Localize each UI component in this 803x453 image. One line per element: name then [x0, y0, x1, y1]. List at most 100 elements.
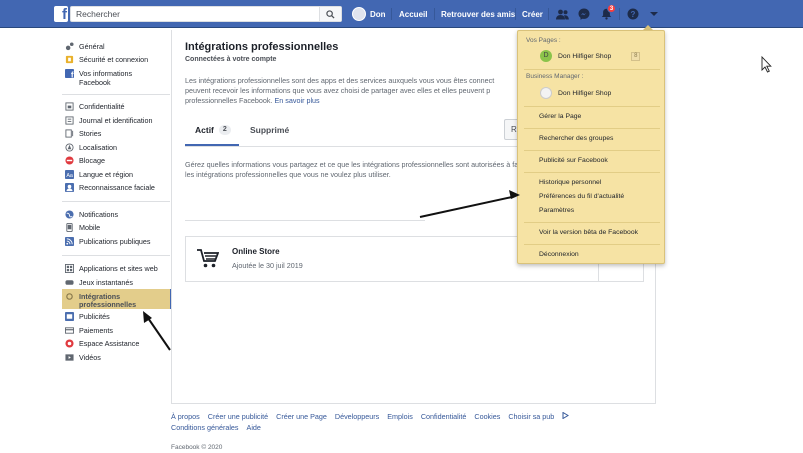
- description-line: peuvent recevoir les informations que vo…: [185, 86, 491, 95]
- help-text: Gérez quelles informations vous partagez…: [185, 160, 525, 180]
- sidebar-item-payments[interactable]: Paiements: [62, 324, 172, 336]
- sidebar-item-label: Notifications: [79, 209, 119, 219]
- description: Les intégrations professionnelles sont d…: [185, 76, 515, 106]
- find-friends-link[interactable]: Retrouver des amis: [441, 0, 515, 28]
- business-avatar: [540, 87, 552, 99]
- menu-activity-log[interactable]: Historique personnel: [539, 179, 601, 186]
- tab-removed[interactable]: Supprimé: [250, 122, 289, 138]
- profile-link[interactable]: Don: [352, 0, 386, 28]
- nav-divider: [515, 8, 516, 20]
- sidebar-item-privacy[interactable]: Confidentialité: [62, 100, 172, 112]
- apps-icon: [65, 263, 74, 273]
- adchoices-icon[interactable]: [562, 411, 570, 420]
- friend-requests-button[interactable]: [555, 7, 569, 21]
- learn-more-link[interactable]: En savoir plus: [275, 96, 320, 105]
- facebook-logo[interactable]: f: [54, 6, 68, 23]
- menu-divider: [524, 69, 660, 70]
- integration-name[interactable]: Online Store: [232, 247, 280, 256]
- account-menu-button[interactable]: [647, 7, 661, 21]
- sidebar-item-ads[interactable]: Publicités: [62, 310, 172, 322]
- footer-link[interactable]: Conditions générales: [171, 423, 239, 432]
- location-icon: [65, 142, 74, 152]
- menu-advertise[interactable]: Publicité sur Facebook: [539, 157, 608, 164]
- sidebar-item-face-recognition[interactable]: Reconnaissance faciale: [62, 181, 172, 193]
- integration-date: Ajoutée le 30 juil 2019: [232, 261, 303, 270]
- journal-icon: [65, 115, 74, 125]
- footer-link[interactable]: Choisir sa pub: [508, 412, 554, 421]
- footer-link[interactable]: Emplois: [387, 412, 413, 421]
- language-icon: Aa: [65, 169, 74, 179]
- account-dropdown-menu: Vos Pages : D Don Hilfiger Shop 8 Busine…: [517, 30, 665, 264]
- sidebar-item-label: Blocage: [79, 155, 105, 165]
- tab-label: Actif: [195, 125, 214, 135]
- page-subtitle: Connectées à votre compte: [185, 56, 277, 63]
- footer-link[interactable]: À propos: [171, 412, 200, 421]
- copyright: Facebook © 2020: [171, 444, 223, 451]
- sidebar-item-notifications[interactable]: Notifications: [62, 208, 172, 220]
- sidebar-item-location[interactable]: Localisation: [62, 141, 172, 153]
- shopping-cart-icon: [197, 249, 219, 268]
- page-item[interactable]: D Don Hilfiger Shop 8: [526, 50, 641, 62]
- messenger-button[interactable]: [577, 7, 591, 21]
- footer-link[interactable]: Développeurs: [335, 412, 379, 421]
- footer-link[interactable]: Cookies: [474, 412, 500, 421]
- sidebar-item-label: Applications et sites web: [79, 263, 158, 273]
- sidebar-item-videos[interactable]: Vidéos: [62, 351, 172, 363]
- block-icon: [65, 155, 74, 165]
- sidebar-item-label: Localisation: [79, 142, 117, 152]
- create-link[interactable]: Créer: [522, 0, 543, 28]
- sidebar-item-label: Reconnaissance faciale: [79, 182, 155, 192]
- footer: À propos Créer une publicité Créer une Pag…: [171, 411, 611, 433]
- top-navigation-bar: f Don Accueil Retrouver des amis Créer 3…: [0, 0, 803, 28]
- sidebar-item-label: Journal et identification: [79, 115, 153, 125]
- footer-link[interactable]: Créer une Page: [276, 412, 327, 421]
- tab-count: 2: [218, 125, 231, 135]
- sidebar-item-label: Sécurité et connexion: [79, 54, 149, 64]
- menu-manage-groups[interactable]: Rechercher des groupes: [539, 135, 613, 142]
- menu-news-feed-preferences[interactable]: Préférences du fil d'actualité: [539, 193, 624, 200]
- menu-logout[interactable]: Déconnexion: [539, 251, 579, 258]
- sidebar-item-security[interactable]: Sécurité et connexion: [62, 53, 172, 65]
- sidebar-item-instant-games[interactable]: Jeux instantanés: [62, 276, 172, 288]
- footer-link[interactable]: Aide: [247, 423, 261, 432]
- sidebar-item-label: Espace Assistance: [79, 338, 140, 348]
- friends-icon: [555, 9, 569, 19]
- notification-badge: 3: [607, 4, 616, 13]
- menu-settings[interactable]: Paramètres: [539, 207, 574, 214]
- nav-divider: [434, 8, 435, 20]
- face-icon: [65, 182, 74, 192]
- sidebar-item-timeline[interactable]: Journal et identification: [62, 114, 172, 126]
- sidebar-item-general[interactable]: Général: [62, 40, 172, 52]
- sidebar-item-mobile[interactable]: Mobile: [62, 221, 172, 233]
- help-button[interactable]: ?: [626, 7, 640, 21]
- help-line: Gérez quelles informations vous partagez…: [185, 160, 519, 169]
- sidebar-item-language[interactable]: Aa Langue et région: [62, 168, 172, 180]
- sidebar-item-label: Confidentialité: [79, 101, 125, 111]
- menu-beta[interactable]: Voir la version bêta de Facebook: [539, 229, 638, 236]
- search-input[interactable]: [71, 7, 311, 21]
- sidebar-item-business-integrations[interactable]: Intégrations professionnelles: [62, 289, 170, 309]
- description-line: Les intégrations professionnelles sont d…: [185, 76, 495, 85]
- business-manager-item[interactable]: Don Hilfiger Shop: [526, 87, 611, 99]
- footer-link[interactable]: Créer une publicité: [208, 412, 268, 421]
- search-icon: [326, 9, 335, 19]
- nav-divider: [391, 8, 392, 20]
- search-button[interactable]: [319, 7, 341, 21]
- sidebar-item-public-posts[interactable]: Publications publiques: [62, 235, 172, 247]
- home-link[interactable]: Accueil: [399, 0, 427, 28]
- caret-down-icon: [650, 12, 658, 16]
- menu-manage-page[interactable]: Gérer la Page: [539, 113, 581, 120]
- sidebar-item-support[interactable]: Espace Assistance: [62, 337, 172, 349]
- ads-icon: [65, 311, 74, 321]
- question-icon: ?: [627, 8, 639, 20]
- sidebar-item-apps[interactable]: Applications et sites web: [62, 262, 172, 274]
- video-icon: [65, 353, 74, 361]
- sidebar-item-stories[interactable]: Stories: [62, 127, 172, 139]
- games-icon: [65, 279, 74, 285]
- tab-active[interactable]: Actif 2: [195, 122, 231, 138]
- stories-icon: [65, 128, 74, 138]
- profile-name: Don: [370, 9, 386, 19]
- sidebar-item-blocking[interactable]: Blocage: [62, 154, 172, 166]
- footer-link[interactable]: Confidentialité: [421, 412, 467, 421]
- messenger-icon: [578, 8, 590, 20]
